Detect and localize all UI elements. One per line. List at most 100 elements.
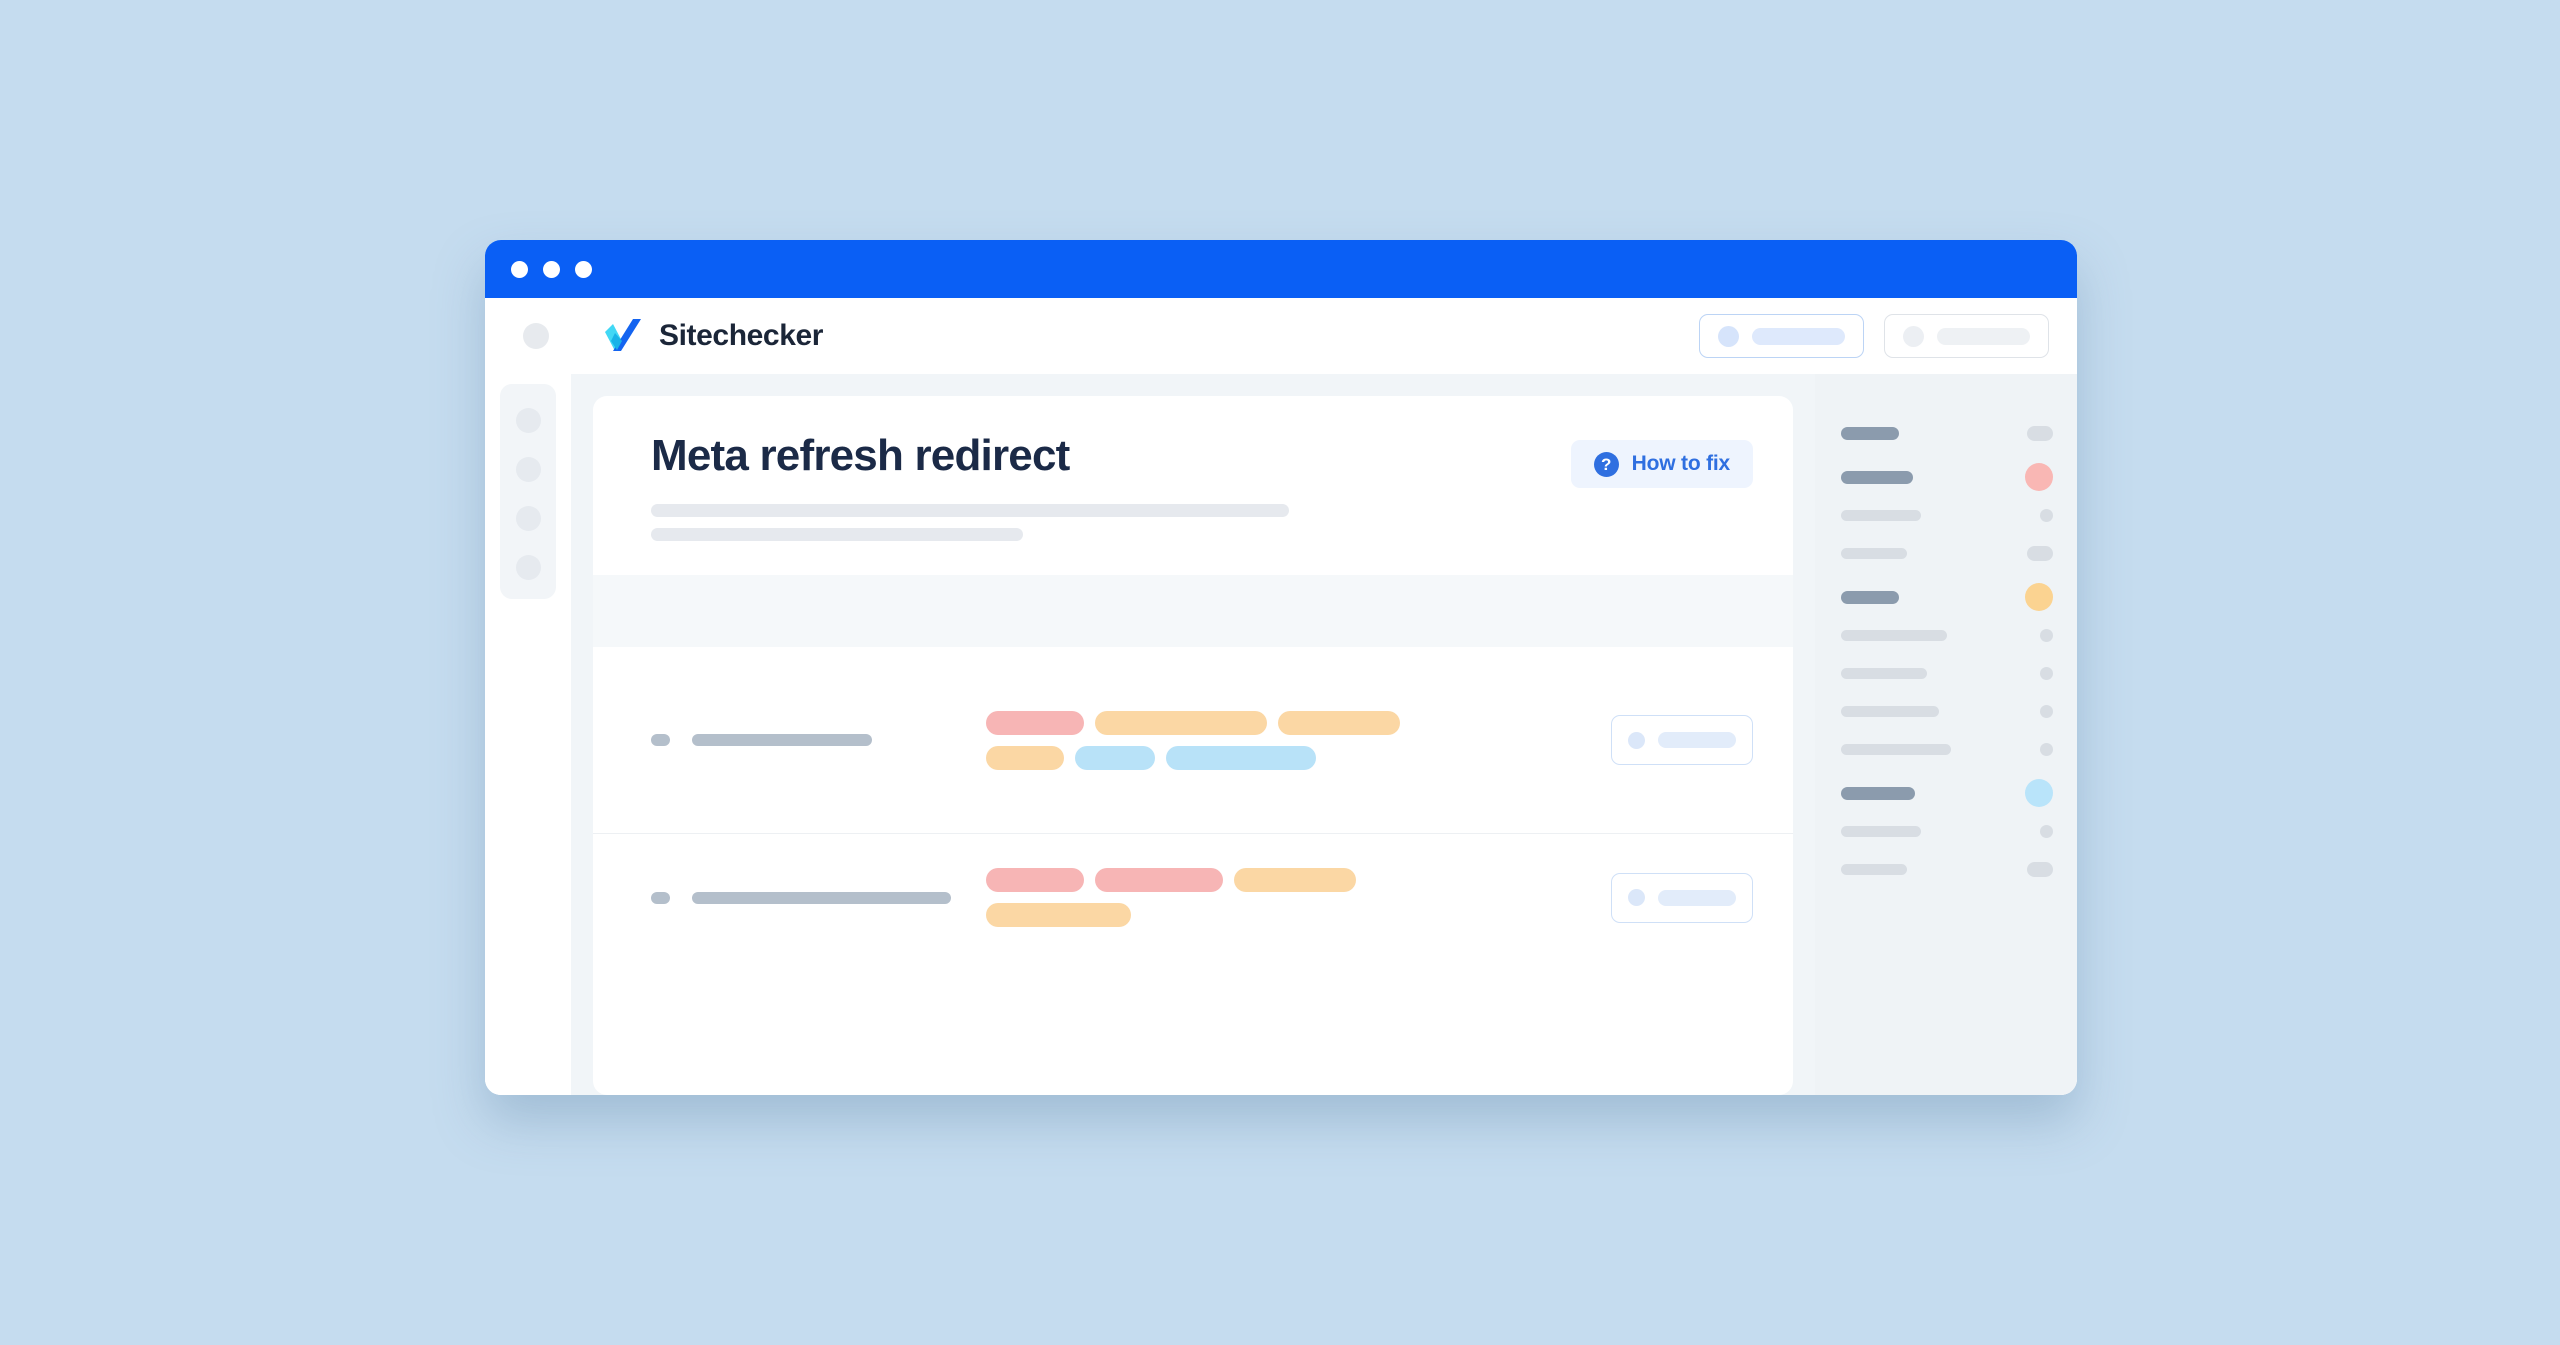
section-label	[1841, 426, 1899, 440]
row-action-label	[1658, 889, 1736, 906]
tag-orange[interactable]	[986, 903, 1131, 928]
tag-orange[interactable]	[986, 745, 1064, 770]
sidebar-panel	[500, 384, 556, 599]
section-label	[1841, 470, 1913, 484]
tag-blue[interactable]	[1075, 745, 1155, 770]
item-badge	[2040, 742, 2053, 756]
status-badge-warning	[2025, 583, 2053, 611]
menu-dot-icon[interactable]	[523, 323, 549, 349]
brand-name: Sitechecker	[659, 319, 824, 352]
description-line-2	[651, 528, 1023, 542]
left-sidebar	[485, 374, 571, 1095]
item-label	[1841, 667, 1927, 679]
row-bullet-icon	[651, 734, 670, 747]
right-panel-item[interactable]	[1841, 496, 2053, 534]
status-badge-error	[2025, 463, 2053, 491]
browser-window: Sitechecker Meta refresh redirect ? How …	[485, 240, 2077, 1095]
right-panel-section[interactable]	[1841, 774, 2053, 812]
right-panel-item[interactable]	[1841, 850, 2053, 888]
header-action-secondary-label	[1937, 327, 2030, 345]
tag-orange[interactable]	[1278, 710, 1400, 735]
right-panel-group	[1841, 414, 2053, 452]
sidebar-item-2[interactable]	[515, 457, 541, 482]
right-panel-item[interactable]	[1841, 616, 2053, 654]
tag-red[interactable]	[986, 710, 1084, 735]
row-action-button[interactable]	[1611, 872, 1753, 923]
row-action-label	[1658, 732, 1736, 749]
item-label	[1841, 705, 1939, 717]
right-panel-section[interactable]	[1841, 458, 2053, 496]
section-label	[1841, 590, 1899, 604]
item-label	[1841, 509, 1921, 521]
table-header-strip	[593, 575, 1793, 648]
row-tags	[951, 710, 1421, 770]
right-panel-item[interactable]	[1841, 654, 2053, 692]
right-panel-item[interactable]	[1841, 730, 2053, 768]
row-action-icon	[1628, 731, 1645, 749]
description-line-1	[651, 504, 1289, 518]
app-body: Meta refresh redirect ? How to fix	[485, 374, 2077, 1095]
row-label	[651, 734, 951, 747]
row-tags	[951, 868, 1421, 928]
tag-red[interactable]	[1095, 868, 1223, 893]
row-action-icon	[1628, 889, 1645, 907]
item-label	[1841, 629, 1947, 641]
question-mark-icon: ?	[1593, 451, 1619, 477]
item-badge	[2040, 628, 2053, 642]
item-badge	[2027, 545, 2053, 561]
header-action-secondary[interactable]	[1884, 314, 2049, 358]
right-panel-group	[1841, 458, 2053, 572]
maximize-dot[interactable]	[575, 260, 592, 278]
right-panel-item[interactable]	[1841, 692, 2053, 730]
minimize-dot[interactable]	[543, 260, 560, 278]
issues-table	[593, 647, 1793, 1095]
header-action-secondary-icon	[1903, 325, 1924, 347]
tag-red[interactable]	[986, 868, 1084, 893]
right-sidebar	[1815, 374, 2077, 1095]
item-label	[1841, 863, 1907, 875]
main-content: Meta refresh redirect ? How to fix	[571, 374, 1815, 1095]
browser-titlebar	[485, 240, 2077, 298]
item-label	[1841, 743, 1951, 755]
row-title-placeholder	[692, 734, 872, 747]
card-header: Meta refresh redirect ? How to fix	[593, 396, 1793, 575]
row-title-placeholder	[692, 891, 951, 904]
sidebar-item-1[interactable]	[515, 408, 541, 433]
tag-orange[interactable]	[1234, 868, 1356, 893]
sidebar-item-4[interactable]	[515, 555, 541, 580]
table-row[interactable]	[593, 647, 1793, 833]
row-bullet-icon	[651, 891, 670, 904]
right-panel-item[interactable]	[1841, 812, 2053, 850]
how-to-fix-button[interactable]: ? How to fix	[1570, 440, 1753, 488]
content-card: Meta refresh redirect ? How to fix	[593, 396, 1793, 1095]
description-placeholder	[651, 504, 1753, 542]
item-label	[1841, 547, 1907, 559]
sidebar-item-3[interactable]	[515, 506, 541, 531]
table-row[interactable]	[593, 833, 1793, 961]
right-panel-group	[1841, 774, 2053, 888]
item-badge	[2040, 704, 2053, 718]
sitechecker-check-logo	[605, 319, 645, 353]
item-label	[1841, 825, 1921, 837]
item-badge	[2027, 861, 2053, 877]
close-dot[interactable]	[511, 260, 528, 278]
section-badge	[2027, 425, 2053, 441]
header-actions	[1699, 314, 2049, 358]
tag-orange[interactable]	[1095, 710, 1267, 735]
item-badge	[2040, 508, 2053, 522]
row-label	[651, 891, 951, 904]
section-label	[1841, 786, 1915, 800]
row-action-button[interactable]	[1611, 715, 1753, 766]
app-header: Sitechecker	[485, 298, 2077, 374]
item-badge	[2040, 666, 2053, 680]
brand-logo[interactable]: Sitechecker	[605, 319, 823, 353]
right-panel-item[interactable]	[1841, 534, 2053, 572]
tag-blue[interactable]	[1166, 745, 1316, 770]
header-action-primary[interactable]	[1699, 314, 1864, 358]
header-action-primary-label	[1752, 327, 1845, 345]
right-panel-section[interactable]	[1841, 414, 2053, 452]
status-badge-info	[2025, 779, 2053, 807]
right-panel-section[interactable]	[1841, 578, 2053, 616]
item-badge	[2040, 824, 2053, 838]
right-panel-group	[1841, 578, 2053, 768]
